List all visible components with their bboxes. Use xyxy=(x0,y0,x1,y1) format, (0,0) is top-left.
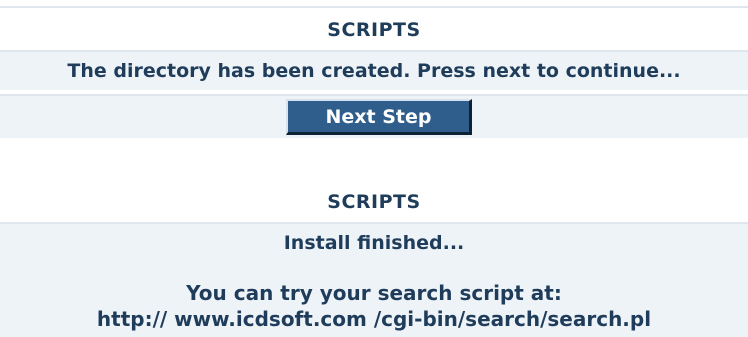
script-url: http:// www.icdsoft.com /cgi-bin/search/… xyxy=(96,307,652,331)
install-status: Install finished... xyxy=(283,232,465,254)
panel-title: SCRIPTS xyxy=(0,182,748,222)
scripts-panel-finished: Install finished... You can try your sea… xyxy=(0,222,748,337)
scripts-panel-directory: SCRIPTS The directory has been created. … xyxy=(0,6,748,138)
button-row: Next Step xyxy=(0,94,748,138)
panel-title: SCRIPTS xyxy=(0,6,748,46)
installer-page: SCRIPTS The directory has been created. … xyxy=(0,0,748,337)
try-script-text: You can try your search script at: xyxy=(186,281,562,305)
next-step-button[interactable]: Next Step xyxy=(286,99,472,135)
directory-created-message: The directory has been created. Press ne… xyxy=(0,50,748,90)
